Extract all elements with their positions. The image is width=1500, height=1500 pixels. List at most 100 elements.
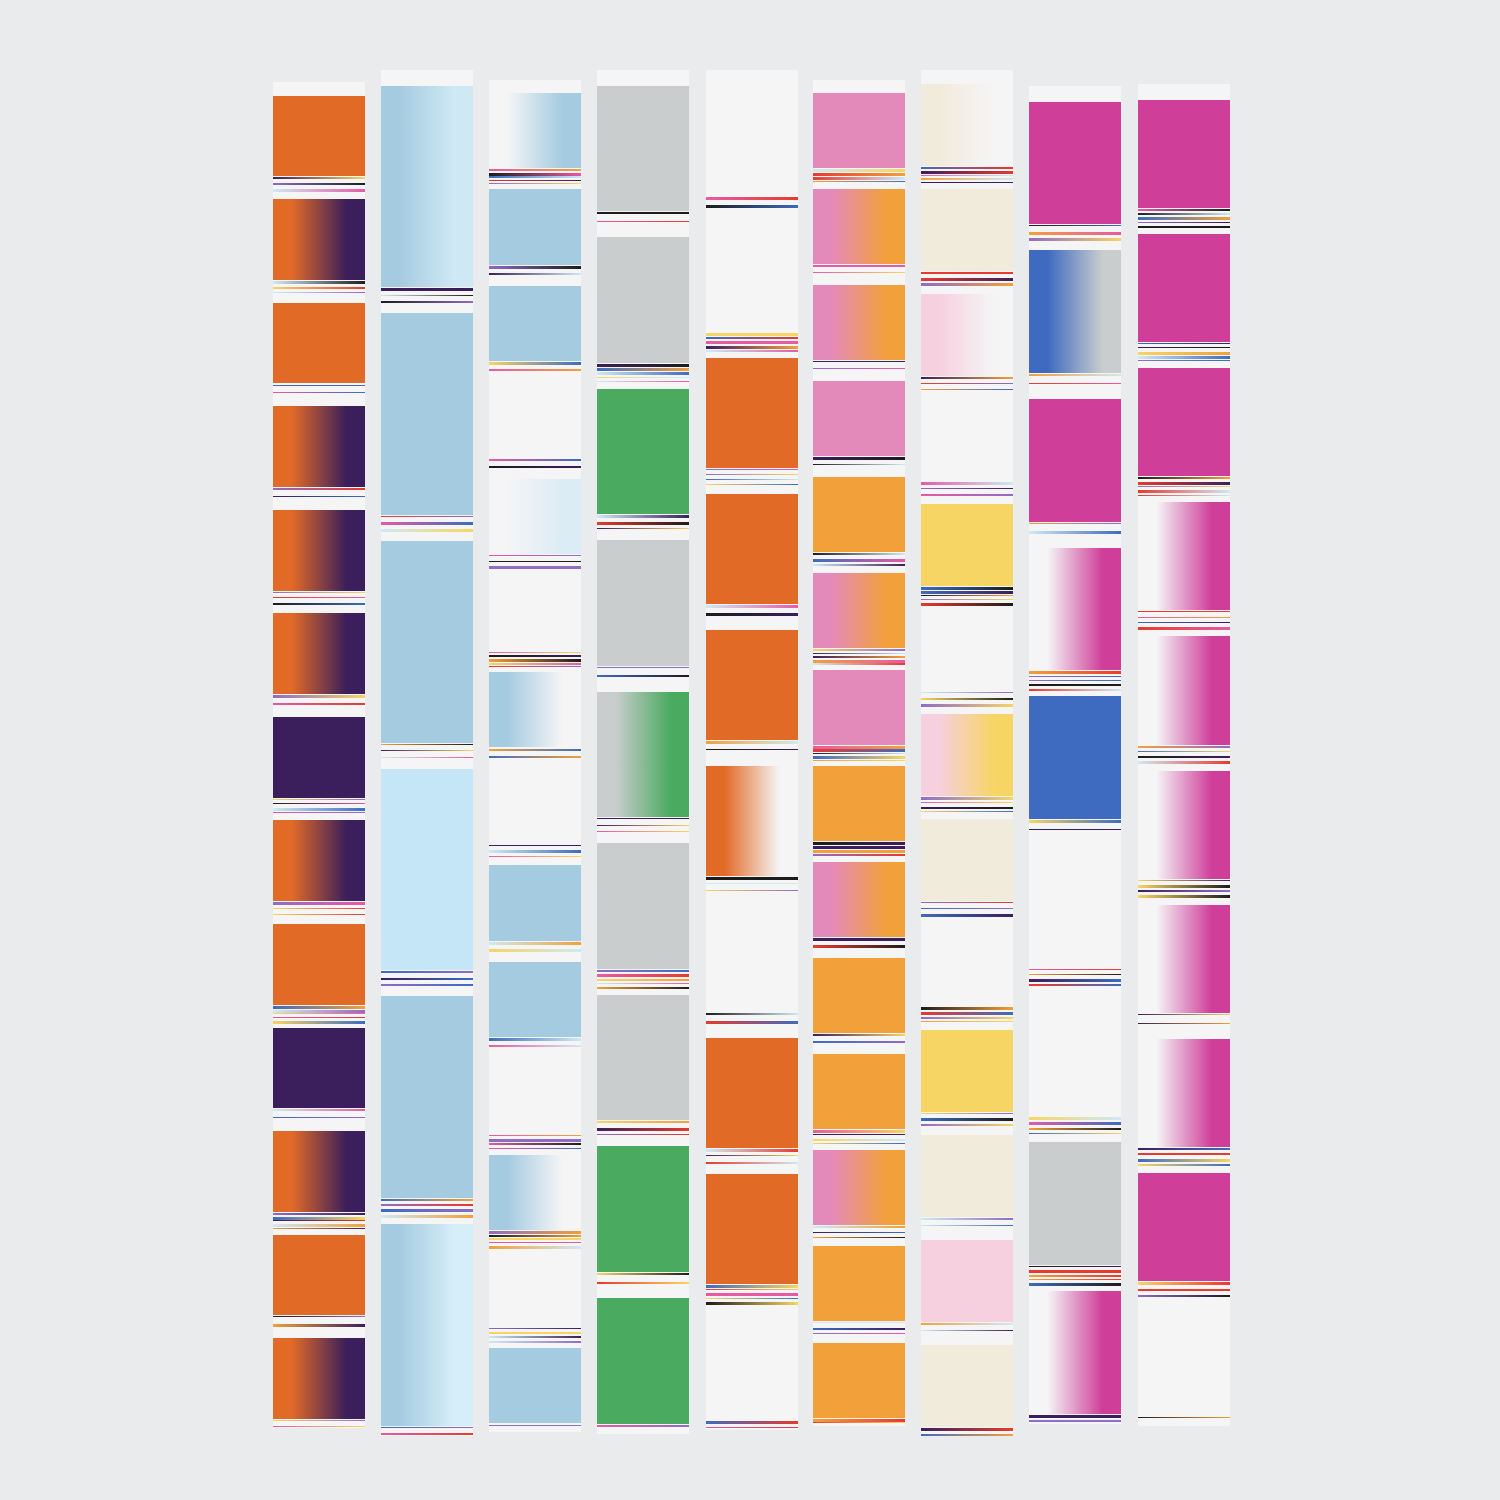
accent-line <box>489 1134 581 1136</box>
accent-line <box>1029 373 1121 376</box>
accent-line <box>489 1143 581 1146</box>
accent-line <box>489 855 581 857</box>
accent-line <box>921 797 1013 801</box>
accent-line <box>921 1330 1013 1332</box>
accent-line <box>921 692 1013 694</box>
accent-line <box>381 522 473 526</box>
accent-line <box>273 702 365 705</box>
accent-line <box>813 563 905 566</box>
accent-line <box>921 388 1013 390</box>
accent-line <box>1029 1274 1121 1277</box>
accent-line <box>921 703 1013 707</box>
color-block <box>706 1037 798 1148</box>
accent-line <box>706 345 798 349</box>
accent-line <box>706 1148 798 1152</box>
accent-line <box>706 613 798 617</box>
accent-line <box>273 392 365 394</box>
accent-line <box>1029 819 1121 823</box>
accent-line <box>597 969 689 972</box>
accent-line <box>921 1112 1013 1114</box>
accent-line <box>921 178 1013 181</box>
color-block <box>813 669 905 745</box>
accent-line <box>813 1142 905 1144</box>
accent-line <box>597 1424 689 1427</box>
color-block <box>597 85 689 212</box>
accent-line <box>273 597 365 599</box>
accent-line <box>1029 1283 1121 1287</box>
accent-line <box>381 288 473 292</box>
accent-line <box>813 1422 905 1424</box>
accent-line <box>489 1038 581 1042</box>
accent-line <box>1138 213 1230 216</box>
accent-line <box>273 1009 365 1013</box>
accent-line <box>813 1134 905 1136</box>
accent-line <box>813 168 905 172</box>
color-block <box>597 994 689 1121</box>
accent-line <box>921 811 1013 813</box>
accent-line <box>273 1227 365 1229</box>
accent-line <box>489 1424 581 1426</box>
accent-line <box>489 948 581 952</box>
color-block <box>921 504 1013 587</box>
accent-line <box>1138 221 1230 223</box>
accent-line <box>489 845 581 847</box>
color-block <box>489 479 581 555</box>
accent-line <box>489 169 581 172</box>
accent-line <box>813 1236 905 1238</box>
accent-line <box>273 913 365 915</box>
accent-line <box>489 659 581 662</box>
accent-line <box>489 183 581 185</box>
accent-line <box>273 495 365 497</box>
color-block <box>921 1029 1013 1112</box>
accent-line <box>273 292 365 294</box>
accent-line <box>1029 225 1121 227</box>
accent-line <box>381 984 473 987</box>
accent-line <box>597 1127 689 1131</box>
accent-line <box>273 1017 365 1019</box>
accent-line <box>1138 494 1230 496</box>
accent-line <box>1138 890 1230 893</box>
accent-line <box>1138 885 1230 888</box>
accent-line <box>813 360 905 362</box>
accent-line <box>273 602 365 605</box>
accent-line <box>813 854 905 857</box>
accent-line <box>706 1012 798 1015</box>
accent-line <box>706 484 798 486</box>
accent-line <box>273 695 365 699</box>
accent-line <box>273 488 365 491</box>
accent-line <box>813 937 905 941</box>
color-block <box>1029 398 1121 522</box>
accent-line <box>1138 756 1230 758</box>
accent-line <box>489 176 581 179</box>
accent-line <box>273 812 365 814</box>
accent-line <box>813 457 905 461</box>
accent-line <box>273 1212 365 1215</box>
accent-line <box>1138 761 1230 765</box>
accent-line <box>273 907 365 909</box>
accent-line <box>1029 531 1121 535</box>
color-block <box>273 199 365 280</box>
color-block <box>273 613 365 695</box>
color-block <box>597 388 689 515</box>
accent-line <box>921 697 1013 700</box>
accent-line <box>273 1224 365 1228</box>
accent-line <box>813 1332 905 1334</box>
color-block <box>921 924 1013 1007</box>
accent-line <box>813 845 905 849</box>
accent-line <box>706 205 798 209</box>
color-block <box>381 540 473 743</box>
color-block <box>1138 636 1230 745</box>
accent-line <box>1138 1416 1230 1418</box>
accent-line <box>489 655 581 658</box>
color-block <box>813 861 905 937</box>
accent-line <box>813 649 905 652</box>
color-block <box>706 357 798 468</box>
stripe-white-orange <box>706 70 798 1430</box>
color-block <box>381 1223 473 1426</box>
accent-line <box>706 332 798 336</box>
accent-line <box>813 1138 905 1141</box>
color-block <box>273 95 365 177</box>
accent-line <box>921 170 1013 174</box>
color-block <box>489 1348 581 1424</box>
accent-line <box>921 1124 1013 1127</box>
